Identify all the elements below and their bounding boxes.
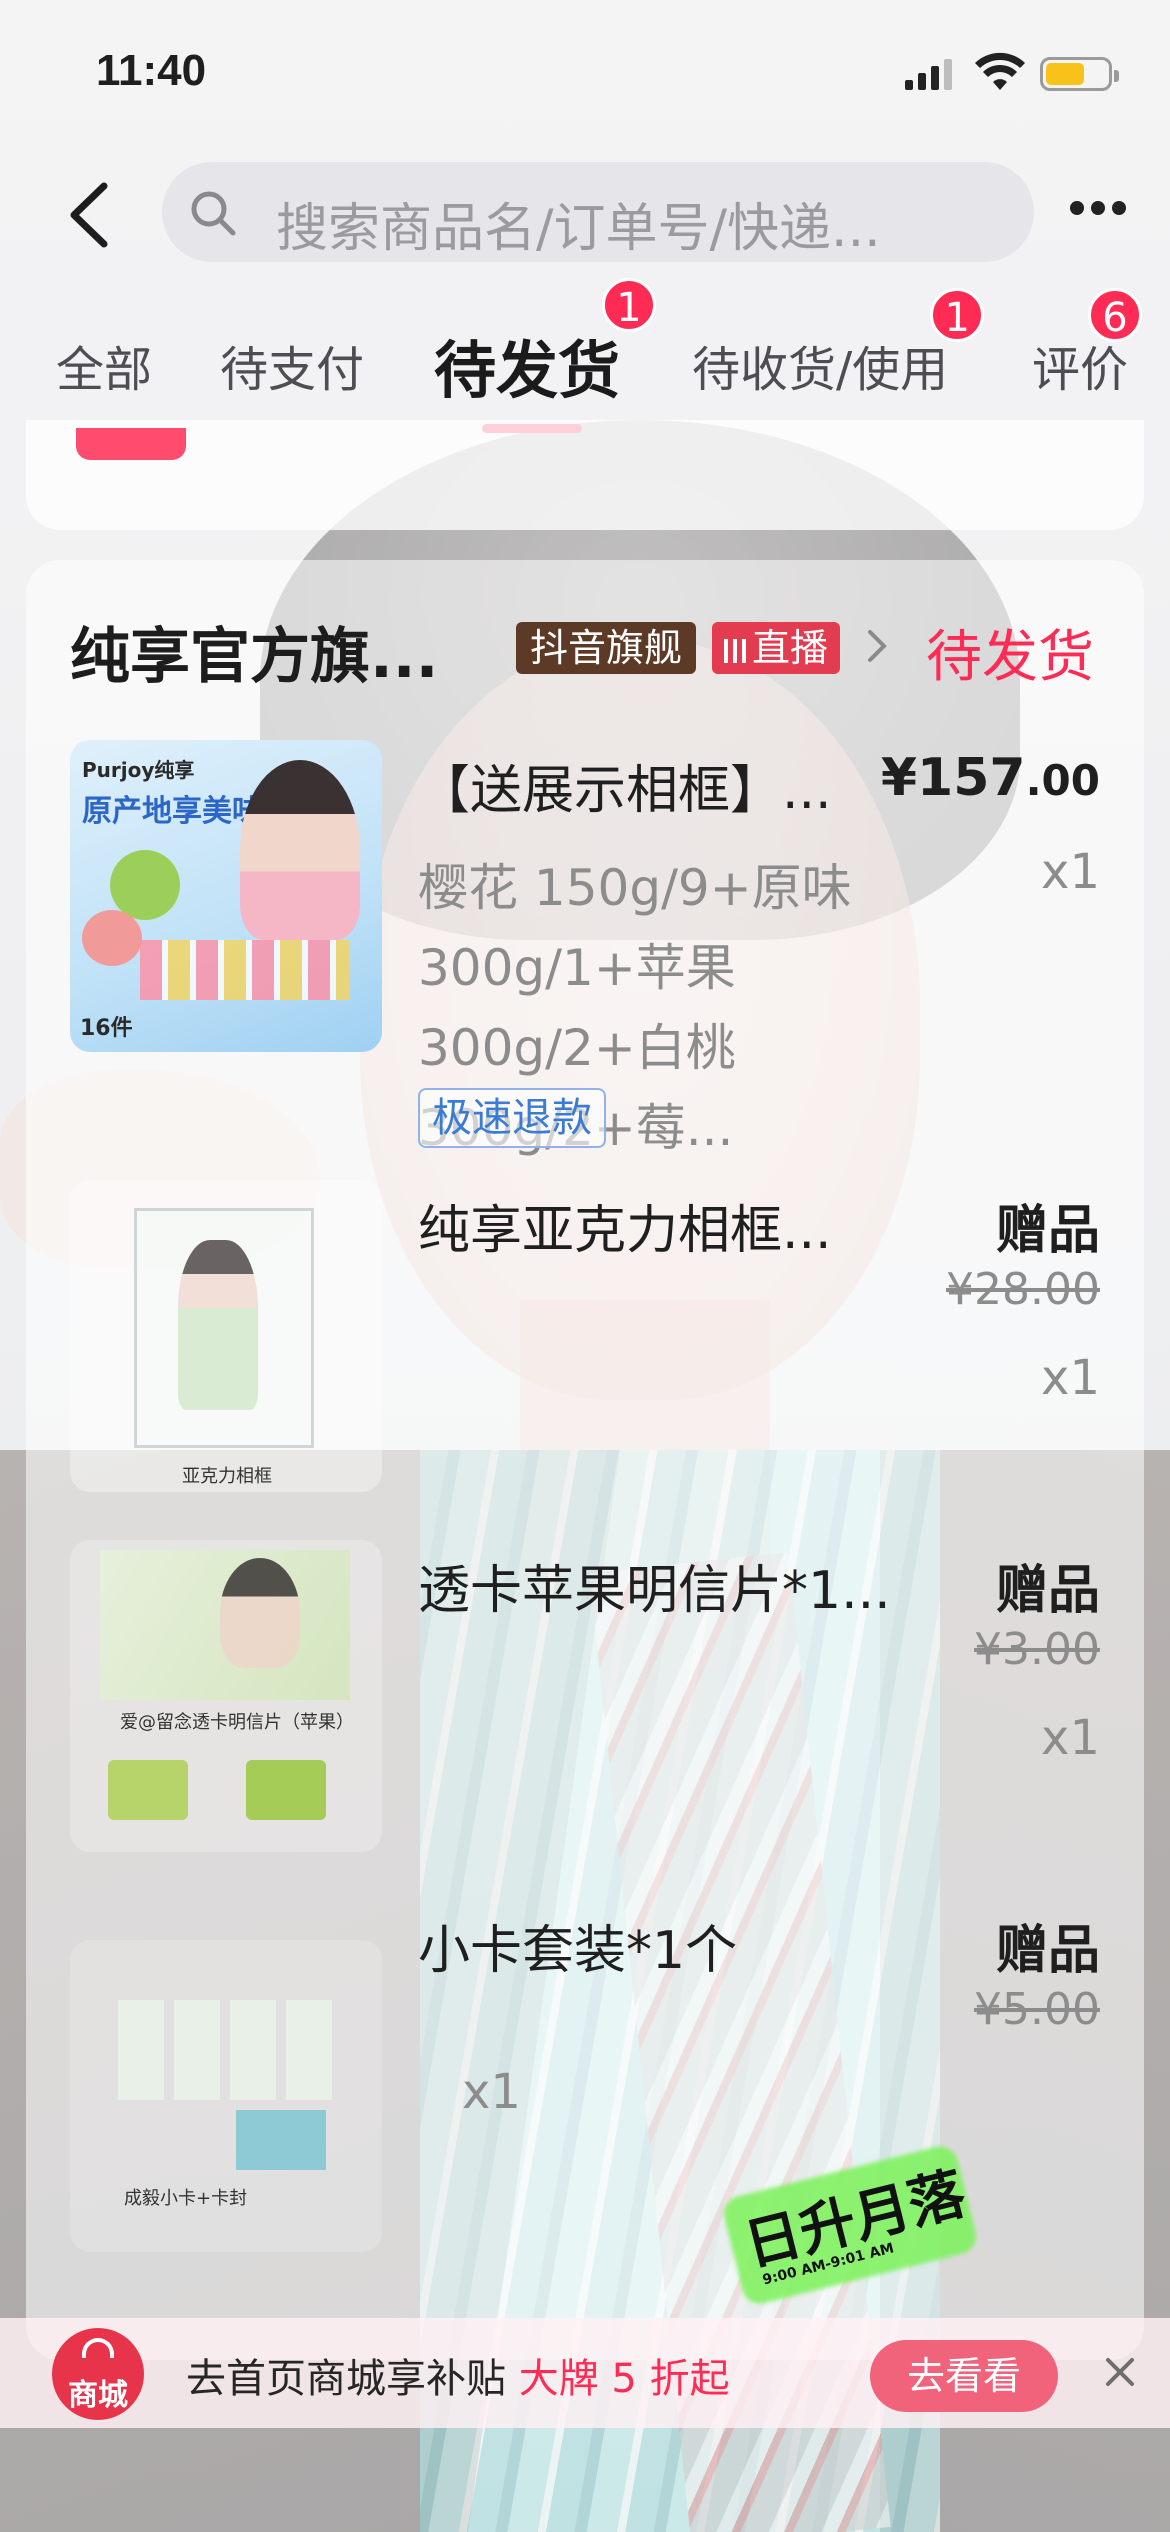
product-thumbnail[interactable]: 成毅小卡+卡封 [70, 1940, 382, 2252]
banner-highlight: 大牌 5 折起 [518, 2356, 730, 2402]
mall-promo-banner[interactable]: 商城 去首页商城享补贴 大牌 5 折起 去看看 [0, 2318, 1170, 2428]
back-arrow-icon[interactable] [60, 180, 120, 250]
previous-order-card[interactable] [26, 420, 1144, 530]
thumb-slogan: 原产地享美味 [82, 794, 262, 829]
product-qty: x1 [1041, 844, 1100, 900]
mall-label: 商城 [68, 2378, 128, 2413]
gift-label: 赠品 [995, 1921, 1100, 1981]
live-tag-label: 直播 [752, 626, 829, 670]
thumb-count: 16件 [80, 1016, 133, 1041]
cellular-signal-icon [905, 59, 952, 90]
tab-review[interactable]: 评价 6 [1032, 288, 1143, 400]
fast-refund-tag: 极速退款 [418, 1088, 606, 1148]
close-icon[interactable] [1102, 2354, 1138, 2390]
shop-logo-icon [76, 428, 186, 460]
product-thumbnail[interactable]: 爱@留念透卡明信片（苹果） [70, 1540, 382, 1852]
tab-badge: 1 [930, 288, 985, 342]
product-thumbnail[interactable]: 亚克力相框 [70, 1180, 382, 1492]
mall-icon[interactable]: 商城 [52, 2328, 144, 2420]
wifi-icon [975, 52, 1025, 90]
product-qty: x1 [462, 2064, 521, 2120]
tab-label: 待支付 [220, 342, 365, 398]
product-name: 小卡套装*1个 [418, 1921, 738, 1981]
shop-name[interactable]: 纯享官方旗... [70, 608, 500, 695]
price-main: ¥157 [880, 748, 1026, 808]
product-qty: x1 [1041, 1350, 1100, 1406]
thumb-label: 亚克力相框 [182, 1466, 272, 1487]
tab-pending-shipment[interactable]: 待发货 1 [434, 278, 657, 410]
order-item[interactable]: Purjoy纯享 原产地享美味 16件 【送展示相框】... ¥157.00 樱… [26, 740, 1144, 1180]
battery-icon [1040, 57, 1119, 91]
tab-all[interactable]: 全部 [56, 330, 152, 400]
search-icon [191, 191, 236, 236]
tab-label: 全部 [56, 342, 153, 398]
product-price: ¥157.00 [881, 748, 1100, 808]
order-item[interactable]: 亚克力相框 纯享亚克力相框... 赠品 ¥28.00 x1 [26, 1180, 1144, 1520]
tab-pending-payment[interactable]: 待支付 [220, 330, 364, 400]
product-name: 透卡苹果明信片*1... [418, 1561, 891, 1621]
banner-text: 去首页商城享补贴 大牌 5 折起 [186, 2346, 730, 2404]
live-bars-icon [724, 639, 746, 663]
more-options-icon[interactable] [1070, 200, 1136, 220]
original-price: ¥28.00 [946, 1264, 1100, 1315]
order-tabs: 全部 待支付 待发货 1 待收货/使用 1 评价 6 [0, 278, 1170, 440]
product-thumbnail[interactable]: Purjoy纯享 原产地享美味 16件 [70, 740, 382, 1052]
order-card[interactable]: 纯享官方旗... 抖音旗舰 直播 待发货 Purjoy纯享 原产地享美味 16件… [26, 560, 1144, 2360]
tab-label: 评价 [1032, 342, 1129, 398]
tab-pending-receipt[interactable]: 待收货/使用 1 [692, 288, 985, 400]
status-time: 11:40 [96, 46, 207, 95]
search-input[interactable]: 搜索商品名/订单号/快递... [162, 162, 1034, 262]
chevron-right-icon[interactable] [862, 626, 892, 666]
search-placeholder: 搜索商品名/订单号/快递... [276, 199, 881, 259]
original-price: ¥5.00 [974, 1984, 1100, 2035]
tab-badge: 6 [1088, 288, 1143, 342]
go-see-button[interactable]: 去看看 [870, 2340, 1058, 2412]
order-item[interactable]: 爱@留念透卡明信片（苹果） 透卡苹果明信片*1... 赠品 ¥3.00 x1 [26, 1540, 1144, 1880]
tab-badge: 1 [602, 278, 657, 332]
flagship-tag: 抖音旗舰 [516, 622, 697, 674]
header: 搜索商品名/订单号/快递... [0, 150, 1170, 270]
thumb-brand: Purjoy纯享 [82, 758, 195, 782]
thumb-label: 成毅小卡+卡封 [124, 2188, 248, 2209]
status-bar: 11:40 [0, 0, 1170, 150]
product-name: 【送展示相框】... [418, 761, 832, 821]
thumb-label: 爱@留念透卡明信片（苹果） [120, 1712, 354, 1733]
banner-main-text: 去首页商城享补贴 [186, 2356, 506, 2402]
order-item[interactable]: 成毅小卡+卡封 小卡套装*1个 赠品 ¥5.00 x1 [26, 1900, 1144, 2252]
order-status: 待发货 [926, 625, 1094, 690]
gift-label: 赠品 [995, 1201, 1100, 1261]
tab-label: 待发货 [434, 334, 621, 407]
tab-label: 待收货/使用 [692, 342, 949, 398]
price-decimal: .00 [1025, 756, 1100, 805]
product-qty: x1 [1041, 1710, 1100, 1766]
product-name: 纯享亚克力相框... [418, 1201, 832, 1261]
original-price: ¥3.00 [974, 1624, 1100, 1675]
live-tag: 直播 [712, 622, 841, 674]
gift-label: 赠品 [995, 1561, 1100, 1621]
